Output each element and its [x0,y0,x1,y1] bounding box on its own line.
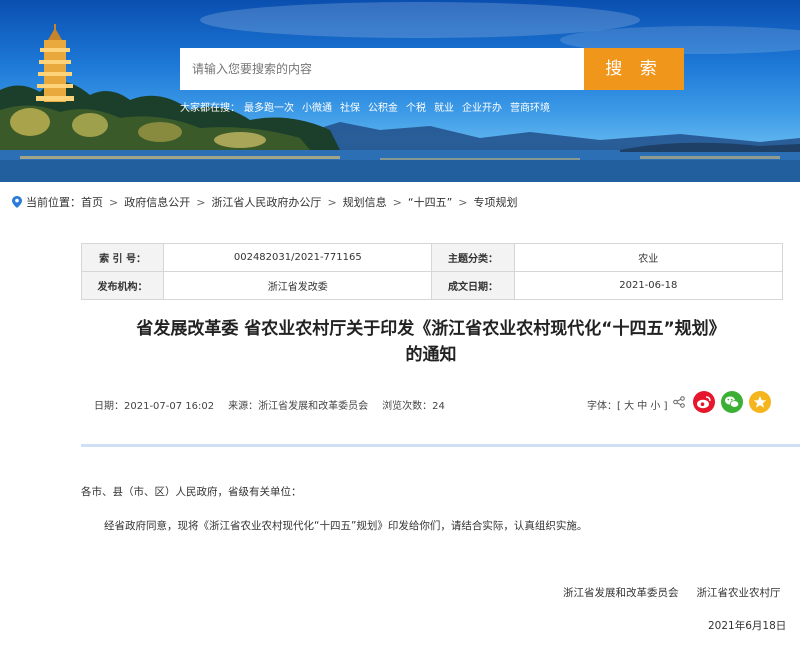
breadcrumb-item[interactable]: 浙江省人民政府办公厅 [211,194,321,210]
hot-search-link[interactable]: 营商环境 [510,103,550,114]
article-greeting: 各市、县（市、区）人民政府，省级有关单位： [81,486,302,498]
topic-value: 农业 [513,243,784,272]
breadcrumb-label: 当前位置： [26,196,81,209]
article-paragraph: 经省政府同意，现将《浙江省农业农村现代化“十四五”规划》印发给你们，请结合实际，… [104,520,588,532]
wechat-share-button[interactable] [721,391,743,413]
star-icon [753,396,767,408]
location-pin-icon [12,196,22,208]
article-title: 省发展改革委 省农业农村厅关于印发《浙江省农业农村现代化“十四五”规划》 的通知 [60,316,800,368]
document-info-table: 索 引 号： 002482031/2021-771165 主题分类： 农业 发布… [80,243,784,300]
article-source: 来源：浙江省发展和改革委员会 [228,401,369,412]
article-meta: 日期：2021-07-07 16:02 来源：浙江省发展和改革委员会 浏览次数：24 [94,397,459,412]
breadcrumb: 当前位置： 首页 > 政府信息公开 > 浙江省人民政府办公厅 > 规划信息 > … [12,194,518,210]
signer: 浙江省发展和改革委员会 [563,587,679,599]
breadcrumb-item[interactable]: 政府信息公开 [124,194,190,210]
article-title-line: 的通知 [405,345,457,365]
search-input[interactable] [180,48,584,90]
document-date-label: 成文日期： [431,271,515,300]
content-divider [81,444,800,447]
wechat-icon [725,396,740,408]
hot-search-link[interactable]: 最多跑一次 [244,103,294,114]
breadcrumb-item[interactable]: 规划信息 [343,194,387,210]
breadcrumb-separator: > [109,195,119,209]
hot-searches-label: 大家都在搜： [180,103,240,114]
view-count: 浏览次数：24 [382,401,445,412]
search-button[interactable]: 搜 索 [584,48,684,90]
west-lake-scenery [0,2,800,182]
hot-search-link[interactable]: 小微通 [302,103,332,114]
document-date-value: 2021-06-18 [513,271,784,300]
table-row: 索 引 号： 002482031/2021-771165 主题分类： 农业 [80,243,784,272]
sign-date: 2021年6月18日 [708,620,787,632]
breadcrumb-item[interactable]: “十四五” [408,194,452,210]
weibo-icon [697,396,711,409]
hot-searches: 大家都在搜： 最多跑一次 小微通 社保 公积金 个税 就业 企业开办 营商环境 [180,99,558,114]
topic-label: 主题分类： [431,243,515,272]
breadcrumb-separator: > [458,195,468,209]
hot-search-link[interactable]: 公积金 [368,103,398,114]
issuer-value: 浙江省发改委 [163,271,433,300]
breadcrumb-home[interactable]: 首页 [81,194,103,210]
hot-search-link[interactable]: 就业 [434,103,454,114]
breadcrumb-separator: > [196,195,206,209]
publish-date: 日期：2021-07-07 16:02 [94,401,215,412]
share-icon[interactable] [673,396,685,408]
breadcrumb-item[interactable]: 专项规划 [474,194,518,210]
signer: 浙江省农业农村厅 [696,587,781,599]
hot-search-link[interactable]: 社保 [340,103,360,114]
header-banner: 搜 索 大家都在搜： 最多跑一次小微通社保公积金个税就业企业开办营商环境 [0,0,800,182]
index-number-label: 索 引 号： [80,243,165,272]
hot-search-link[interactable]: 个税 [406,103,426,114]
article-signers: 浙江省发展和改革委员会 浙江省农业农村厅 [563,585,781,600]
issuer-label: 发布机构： [80,271,165,300]
favorite-button[interactable] [749,391,771,413]
font-size-selector[interactable]: 字体：[ 大 中 小 ] [587,397,668,412]
breadcrumb-separator: > [327,195,337,209]
hot-search-link[interactable]: 企业开办 [462,103,502,114]
article-title-line: 省发展改革委 省农业农村厅关于印发《浙江省农业农村现代化“十四五”规划》 [136,319,726,339]
weibo-share-button[interactable] [693,391,715,413]
breadcrumb-separator: > [392,195,402,209]
table-row: 发布机构： 浙江省发改委 成文日期： 2021-06-18 [80,271,784,300]
index-number-value: 002482031/2021-771165 [163,243,433,272]
